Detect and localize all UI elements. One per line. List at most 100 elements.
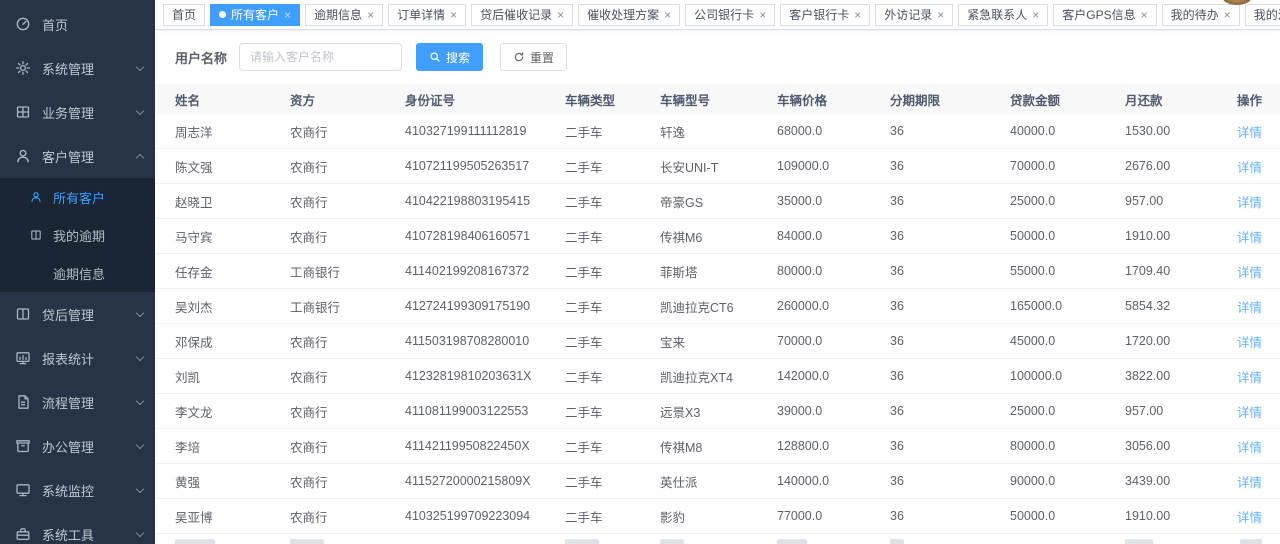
sidebar-item-overdue-info[interactable]: 逾期信息 xyxy=(0,254,155,292)
cell-vehicle-model: 轩逸 xyxy=(660,122,777,141)
close-icon[interactable]: × xyxy=(854,9,861,21)
detail-link[interactable]: 详情 xyxy=(1237,266,1262,280)
detail-link[interactable]: 详情 xyxy=(1237,511,1262,525)
tab-overdue-info[interactable]: 逾期信息× xyxy=(305,4,383,26)
tab-collection-plan[interactable]: 催收处理方案 × xyxy=(578,4,680,26)
cell-loan-amount: 165000.0 xyxy=(1010,299,1125,313)
table-row: 马守宾农商行410728198406160571二手车传祺M684000.036… xyxy=(155,219,1280,254)
detail-link[interactable]: 详情 xyxy=(1237,301,1262,315)
cell-funder: 农商行 xyxy=(290,437,405,456)
cell-vehicle-type: 二手车 xyxy=(565,402,660,421)
detail-link[interactable]: 详情 xyxy=(1237,231,1262,245)
detail-link[interactable]: 详情 xyxy=(1237,476,1262,490)
search-button[interactable]: 搜索 xyxy=(416,43,483,71)
toolbox-icon xyxy=(15,526,31,542)
sidebar-item-home[interactable]: 首页 xyxy=(0,2,155,46)
cell-term: 36 xyxy=(890,159,1010,173)
tab-my-process[interactable]: 我的流程× xyxy=(1245,4,1280,26)
tab-all-customers[interactable]: 所有客户× xyxy=(210,4,300,26)
close-icon[interactable]: × xyxy=(1141,9,1148,21)
sidebar-item-my-overdue[interactable]: 我的逾期 xyxy=(0,216,155,254)
cell-vehicle-model: 帝豪GS xyxy=(660,192,777,211)
cell-vehicle-type: 二手车 xyxy=(565,157,660,176)
cell-action: 详情 xyxy=(1205,507,1262,526)
cell-name: 任存金 xyxy=(175,262,290,281)
detail-link[interactable]: 详情 xyxy=(1237,441,1262,455)
cell-funder: 农商行 xyxy=(290,157,405,176)
cell-term: 36 xyxy=(890,299,1010,313)
sidebar-item-system-mgmt[interactable]: 系统管理 xyxy=(0,46,155,90)
header-cell: 分期期限 xyxy=(890,90,1010,109)
sidebar-item-system-tools[interactable]: 系统工具 xyxy=(0,512,155,544)
cell-name: 陈文强 xyxy=(175,157,290,176)
sidebar-item-office-mgmt[interactable]: 办公管理 xyxy=(0,424,155,468)
tab-collection-record[interactable]: 贷后催收记录× xyxy=(471,4,573,26)
close-icon[interactable]: × xyxy=(367,9,374,21)
detail-link[interactable]: 详情 xyxy=(1237,196,1262,210)
close-icon[interactable]: × xyxy=(759,9,766,21)
table-row: 陈文强农商行410721199505263517二手车长安UNI-T109000… xyxy=(155,149,1280,184)
sidebar-item-customer-mgmt[interactable]: 客户管理 xyxy=(0,134,155,178)
tab-my-todo[interactable]: 我的待办× xyxy=(1162,4,1240,26)
sidebar-item-report-stats[interactable]: 报表统计 xyxy=(0,336,155,380)
tab-visit-record[interactable]: 外访记录 × xyxy=(875,4,953,26)
clipped-text xyxy=(1125,539,1153,544)
cell-name: 刘凯 xyxy=(175,367,290,386)
tab-label: 我的流程 xyxy=(1254,6,1280,23)
tab-home[interactable]: 首页 xyxy=(163,4,205,26)
cell-monthly-payment: 3822.00 xyxy=(1125,369,1205,383)
sidebar-item-label: 系统监控 xyxy=(42,481,94,500)
detail-link[interactable]: 详情 xyxy=(1237,371,1262,385)
tab-company-bank-card[interactable]: 公司银行卡 × xyxy=(685,4,775,26)
detail-link[interactable]: 详情 xyxy=(1237,406,1262,420)
sidebar-item-all-customers[interactable]: 所有客户 xyxy=(0,178,155,216)
tab-emergency-contact[interactable]: 紧急联系人× xyxy=(958,4,1048,26)
sidebar-item-label: 报表统计 xyxy=(42,349,94,368)
sidebar-item-loan-mgmt[interactable]: 贷后管理 xyxy=(0,292,155,336)
sidebar-item-business-mgmt[interactable]: 业务管理 xyxy=(0,90,155,134)
main-area: 首页所有客户×逾期信息×订单详情×贷后催收记录×催收处理方案×公司银行卡×客户银… xyxy=(155,0,1280,544)
book-icon xyxy=(15,306,31,322)
cell-loan-amount: 80000.0 xyxy=(1010,439,1125,453)
close-icon[interactable]: × xyxy=(284,9,291,21)
close-icon[interactable]: × xyxy=(1032,9,1039,21)
close-icon[interactable]: × xyxy=(450,9,457,21)
tab-customer-bank-card[interactable]: 客户银行卡× xyxy=(780,4,870,26)
tab-customer-gps[interactable]: 客户GPS信息× xyxy=(1053,4,1156,26)
cell-funder: 农商行 xyxy=(290,402,405,421)
cell-vehicle-type: 二手车 xyxy=(565,262,660,281)
cell-vehicle-model: 菲斯塔 xyxy=(660,262,777,281)
close-icon[interactable]: × xyxy=(1224,9,1231,21)
tab-order-detail[interactable]: 订单详情 × xyxy=(388,4,466,26)
customer-table: 姓名资方身份证号车辆类型车辆型号车辆价格分期期限贷款金额月还款操作 周志洋农商行… xyxy=(155,84,1280,544)
tab-label: 公司银行卡 xyxy=(694,6,754,23)
tab-label: 订单详情 xyxy=(397,6,445,23)
cell-action: 详情 xyxy=(1205,472,1262,491)
cell-name: 赵晓卫 xyxy=(175,192,290,211)
sidebar-item-system-monitor[interactable]: 系统监控 xyxy=(0,468,155,512)
cell-vehicle-type xyxy=(565,539,660,544)
reset-button[interactable]: 重置 xyxy=(500,43,567,71)
cell-action: 详情 xyxy=(1205,122,1262,141)
table-row-clipped xyxy=(155,534,1280,544)
tab-label: 外访记录 xyxy=(884,6,932,23)
detail-link[interactable]: 详情 xyxy=(1237,126,1262,140)
cell-term: 36 xyxy=(890,124,1010,138)
search-input[interactable] xyxy=(239,43,402,71)
cell-vehicle-price: 84000.0 xyxy=(777,229,890,243)
detail-link[interactable]: 详情 xyxy=(1237,336,1262,350)
sidebar-item-process-mgmt[interactable]: 流程管理 xyxy=(0,380,155,424)
cell-action: 详情 xyxy=(1205,297,1262,316)
cell-funder: 工商银行 xyxy=(290,297,405,316)
close-icon[interactable]: × xyxy=(557,9,564,21)
cell-term: 36 xyxy=(890,474,1010,488)
tab-label: 催收处理方案 xyxy=(587,6,659,23)
cell-vehicle-model: 英仕派 xyxy=(660,472,777,491)
close-icon[interactable]: × xyxy=(664,9,671,21)
cell-id-number: 41232819810203631X xyxy=(405,369,565,383)
sidebar-item-label: 流程管理 xyxy=(42,393,94,412)
cell-action: 详情 xyxy=(1205,402,1262,421)
cell-funder: 农商行 xyxy=(290,192,405,211)
close-icon[interactable]: × xyxy=(937,9,944,21)
detail-link[interactable]: 详情 xyxy=(1237,161,1262,175)
